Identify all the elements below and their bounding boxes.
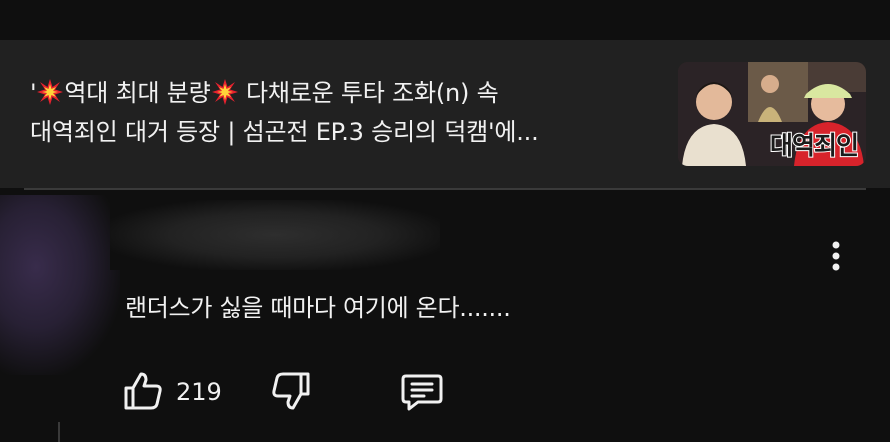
comment-reply-icon bbox=[401, 374, 443, 411]
top-bar bbox=[0, 0, 890, 40]
like-button[interactable]: 219 bbox=[120, 368, 240, 414]
thumb-down-icon bbox=[272, 372, 310, 410]
reply-button[interactable] bbox=[398, 368, 446, 414]
like-count: 219 bbox=[176, 378, 222, 406]
more-vert-icon bbox=[832, 241, 840, 271]
commenter-name-blurred[interactable] bbox=[110, 200, 440, 270]
title-quote: ' bbox=[30, 79, 37, 107]
video-title-line-1: ' 역대 최대 분량 다채로운 투타 조화(n) 속 bbox=[30, 74, 660, 113]
collision-emoji-icon bbox=[211, 78, 238, 105]
video-thumbnail[interactable]: 대역죄인 bbox=[678, 62, 866, 166]
more-options-button[interactable] bbox=[822, 236, 850, 276]
comment-text: 랜더스가 싫을 때마다 여기에 온다....... bbox=[125, 294, 511, 322]
collision-emoji-icon bbox=[37, 78, 64, 105]
video-title-line-2: 대역죄인 대거 등장 | 섬곤전 EP.3 승리의 덕캠'에... bbox=[30, 118, 539, 146]
title-segment-b: 다채로운 투타 조화(n) 속 bbox=[238, 79, 499, 107]
thumbnail-caption: 대역죄인 bbox=[769, 130, 860, 161]
title-segment-a: 역대 최대 분량 bbox=[64, 79, 211, 107]
thread-line bbox=[58, 422, 60, 442]
card-divider bbox=[24, 188, 866, 190]
avatar[interactable] bbox=[0, 195, 120, 375]
dislike-button[interactable] bbox=[268, 368, 314, 414]
video-title[interactable]: ' 역대 최대 분량 다채로운 투타 조화(n) 속 대역죄인 대거 등장 | 섬… bbox=[30, 74, 660, 152]
thumb-up-icon bbox=[124, 372, 162, 410]
